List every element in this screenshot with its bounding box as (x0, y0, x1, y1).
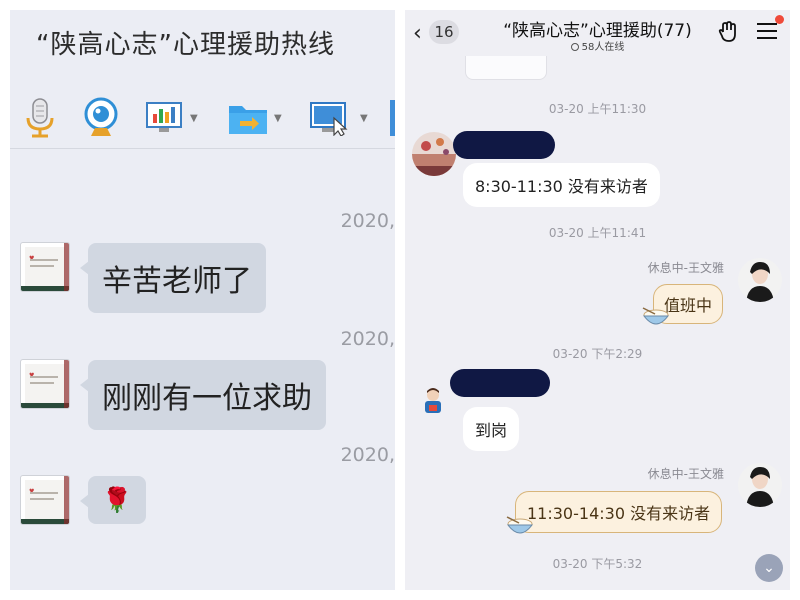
monitor-chart-tool[interactable]: ▼ (146, 94, 198, 142)
chevron-down-icon[interactable]: ▼ (190, 113, 198, 124)
online-count: 58人在线 (581, 42, 625, 53)
timestamp: 03-20 上午11:41 (548, 226, 647, 240)
scroll-down-button[interactable]: ⌄ (755, 554, 783, 582)
chat-toolbar: ▼ ▼ ▼ (10, 94, 395, 150)
avatar[interactable] (412, 132, 456, 176)
notification-dot (775, 15, 784, 24)
message-bubble[interactable]: 11:30-14:30 没有来访者 (515, 491, 723, 533)
message-date: 2020, (340, 444, 395, 466)
timestamp: 03-20 下午2:29 (552, 347, 643, 361)
message-date: 2020, (340, 328, 395, 350)
toolbar-divider (10, 148, 395, 149)
screen-share-icon (310, 102, 348, 136)
sender-name: 休息中-王文雅 (647, 261, 724, 275)
webcam-icon[interactable] (82, 94, 120, 142)
microphone-icon[interactable] (24, 94, 56, 142)
avatar[interactable] (738, 258, 782, 302)
online-icon (570, 43, 579, 51)
file-transfer-tool[interactable]: ▼ (228, 94, 282, 142)
redacted-sender-name (450, 369, 550, 397)
timestamp: 03-20 下午5:32 (552, 557, 643, 571)
message-bubble[interactable]: 到岗 (463, 407, 520, 451)
avatar[interactable]: ♥ (20, 359, 70, 409)
message-bubble[interactable]: 辛苦老师了 (80, 243, 266, 313)
message-bubble[interactable]: 8:30-11:30 没有来访者 (463, 163, 660, 207)
hand-gesture-icon[interactable] (717, 20, 741, 49)
monitor-chart-icon (146, 102, 182, 132)
chat-header: ‹ 16 “陕高心志”心理援助(77) 58人在线 (405, 10, 790, 56)
chevron-down-icon[interactable]: ▼ (360, 113, 368, 124)
chevron-down-icon[interactable]: ▼ (274, 113, 282, 124)
folder-arrow-icon (229, 106, 267, 134)
message-bubble[interactable]: 刚刚有一位求助 (80, 360, 326, 430)
chevron-down-icon: ⌄ (763, 560, 775, 576)
sender-name: 休息中-王文雅 (647, 467, 724, 481)
avatar[interactable] (417, 385, 449, 417)
chat-title: “陕高心志”心理援助热线 (36, 30, 335, 60)
left-chat-panel: “陕高心志”心理援助热线 ▼ ▼ ▼ 2020, 辛苦老师了 2020, 刚刚有… (10, 10, 395, 590)
avatar[interactable] (738, 463, 782, 507)
overflow-tool-icon[interactable] (390, 100, 395, 136)
previous-message-bubble (465, 56, 547, 80)
rose-emoji-bubble[interactable]: 🌹 (80, 476, 146, 524)
message-date: 2020, (340, 210, 395, 232)
right-chat-panel: ‹ 16 “陕高心志”心理援助(77) 58人在线 03-20 上午11:30 … (405, 10, 790, 590)
avatar[interactable]: ♥ (20, 475, 70, 525)
timestamp: 03-20 上午11:30 (548, 102, 647, 116)
screen-share-tool[interactable]: ▼ (310, 94, 368, 142)
redacted-sender-name (453, 131, 555, 159)
rice-bowl-icon (506, 516, 534, 534)
avatar[interactable]: ♥ (20, 242, 70, 292)
rice-bowl-icon (642, 307, 670, 325)
menu-icon[interactable] (757, 23, 777, 44)
